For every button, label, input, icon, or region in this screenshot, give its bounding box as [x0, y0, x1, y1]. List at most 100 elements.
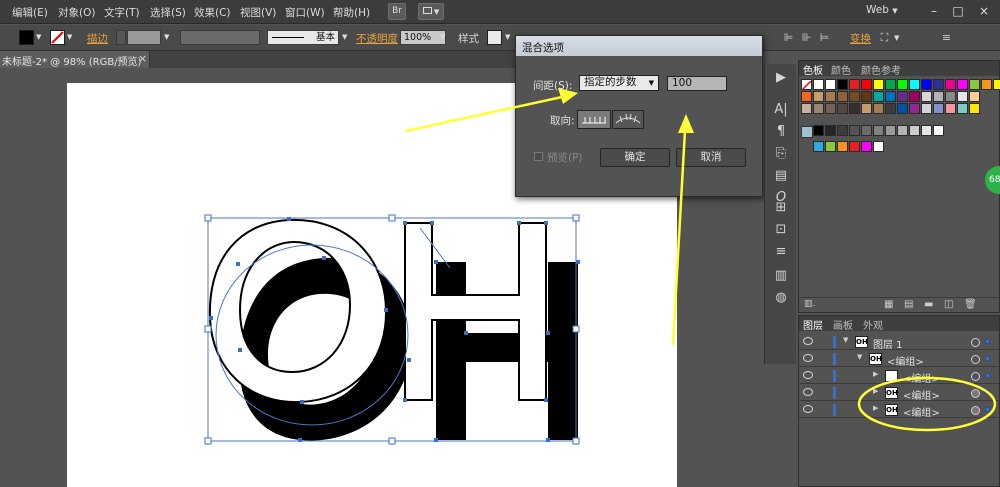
swatch-registration[interactable]: [813, 79, 824, 90]
layer-row[interactable]: ▶ <编组>: [799, 368, 999, 385]
color-swatch[interactable]: [885, 79, 896, 90]
color-swatch[interactable]: [909, 103, 920, 114]
eye-icon[interactable]: [803, 371, 813, 379]
color-swatch[interactable]: [873, 79, 884, 90]
target-icon[interactable]: [971, 338, 980, 347]
gray-swatch[interactable]: [813, 125, 824, 136]
color-swatch[interactable]: [969, 79, 980, 90]
group-swatch[interactable]: [873, 141, 884, 152]
tab-swatches[interactable]: 色板: [803, 62, 823, 77]
group-swatch[interactable]: [813, 141, 824, 152]
layer-name[interactable]: <编组>: [903, 404, 940, 419]
eye-icon[interactable]: [803, 354, 813, 362]
color-swatch[interactable]: [825, 103, 836, 114]
tab-appearance[interactable]: 外观: [863, 317, 883, 332]
paragraph-style-icon[interactable]: ▤: [773, 168, 789, 184]
color-swatch[interactable]: [825, 79, 836, 90]
new-color-group-icon[interactable]: ▬: [924, 299, 933, 310]
color-swatch[interactable]: [861, 79, 872, 90]
color-swatch[interactable]: [969, 103, 980, 114]
library-menu-icon[interactable]: ▥.: [804, 299, 815, 309]
color-swatch[interactable]: [849, 79, 860, 90]
color-swatch[interactable]: [861, 103, 872, 114]
character-style-icon[interactable]: ⎘: [773, 146, 789, 162]
layer-row[interactable]: ▶ OH <编组>: [799, 385, 999, 402]
eye-icon[interactable]: [803, 405, 813, 413]
color-swatch[interactable]: [801, 91, 812, 102]
chevron-down-icon[interactable]: ▼: [843, 336, 848, 344]
color-swatch[interactable]: [945, 103, 956, 114]
swatch-kind-icon[interactable]: ▦: [884, 299, 893, 310]
group-swatch[interactable]: [825, 141, 836, 152]
selection-indicator[interactable]: [985, 356, 990, 361]
color-swatch[interactable]: [873, 91, 884, 102]
color-swatch[interactable]: [885, 91, 896, 102]
color-swatch[interactable]: [921, 79, 932, 90]
color-swatch[interactable]: [837, 79, 848, 90]
tab-color[interactable]: 颜色: [831, 62, 851, 77]
group-swatch[interactable]: [849, 141, 860, 152]
layer-name[interactable]: <编组>: [903, 387, 940, 402]
group-swatch[interactable]: [861, 141, 872, 152]
paragraph-icon[interactable]: ¶: [773, 124, 789, 140]
transform-icon[interactable]: ⊡: [773, 222, 789, 238]
selection-indicator[interactable]: [985, 373, 990, 378]
color-swatch[interactable]: [897, 91, 908, 102]
swatch-options-icon[interactable]: ▤: [904, 299, 913, 310]
gray-swatch[interactable]: [897, 125, 908, 136]
chevron-right-icon[interactable]: ▶: [873, 404, 878, 412]
gray-swatch[interactable]: [933, 125, 944, 136]
color-swatch[interactable]: [837, 91, 848, 102]
delete-swatch-icon[interactable]: 🗑: [964, 299, 977, 310]
color-swatch[interactable]: [861, 91, 872, 102]
color-swatch[interactable]: [825, 91, 836, 102]
color-swatch[interactable]: [909, 91, 920, 102]
new-swatch-icon[interactable]: ◫: [944, 299, 953, 310]
color-swatch[interactable]: [969, 91, 980, 102]
color-swatch[interactable]: [849, 103, 860, 114]
color-swatch[interactable]: [885, 103, 896, 114]
color-swatch[interactable]: [933, 91, 944, 102]
color-swatch[interactable]: [945, 79, 956, 90]
pathfinder-icon[interactable]: ≡: [773, 244, 789, 260]
gray-swatch[interactable]: [921, 125, 932, 136]
color-swatch[interactable]: [957, 103, 968, 114]
layer-name[interactable]: <编组>: [887, 353, 924, 368]
chevron-down-icon[interactable]: ▼: [857, 353, 862, 361]
tab-layers[interactable]: 图层: [803, 317, 823, 332]
color-swatch[interactable]: [957, 79, 968, 90]
play-icon[interactable]: ▶: [773, 70, 789, 86]
chevron-right-icon[interactable]: ▶: [873, 370, 878, 378]
color-swatch[interactable]: [909, 79, 920, 90]
tab-color-guide[interactable]: 颜色参考: [861, 62, 901, 77]
layer-name[interactable]: <编组>: [903, 370, 940, 385]
transparency-icon[interactable]: ◍: [773, 290, 789, 306]
gray-swatch[interactable]: [825, 125, 836, 136]
swatch-none[interactable]: [801, 79, 812, 91]
color-swatch[interactable]: [897, 79, 908, 90]
group-swatch[interactable]: [837, 141, 848, 152]
color-swatch[interactable]: [933, 79, 944, 90]
selection-indicator[interactable]: [985, 339, 990, 344]
chevron-right-icon[interactable]: ▶: [873, 387, 878, 395]
color-swatch[interactable]: [873, 103, 884, 114]
selection-indicator[interactable]: [985, 390, 990, 395]
eye-icon[interactable]: [803, 388, 813, 396]
target-icon[interactable]: [971, 372, 980, 381]
gray-swatch[interactable]: [861, 125, 872, 136]
layer-name[interactable]: 图层 1: [873, 336, 903, 351]
align-icon[interactable]: ⊞: [773, 200, 789, 216]
type-icon[interactable]: A|: [773, 102, 789, 118]
color-swatch[interactable]: [801, 103, 812, 114]
color-swatch[interactable]: [993, 79, 1000, 90]
color-swatch[interactable]: [933, 103, 944, 114]
layer-row[interactable]: ▼ OH <编组>: [799, 351, 999, 368]
color-swatch[interactable]: [837, 103, 848, 114]
color-swatch[interactable]: [897, 103, 908, 114]
gray-swatch[interactable]: [837, 125, 848, 136]
tab-artboards[interactable]: 画板: [833, 317, 853, 332]
gray-swatch[interactable]: [909, 125, 920, 136]
color-swatch[interactable]: [849, 91, 860, 102]
color-swatch[interactable]: [921, 103, 932, 114]
selection-indicator[interactable]: [985, 407, 990, 412]
